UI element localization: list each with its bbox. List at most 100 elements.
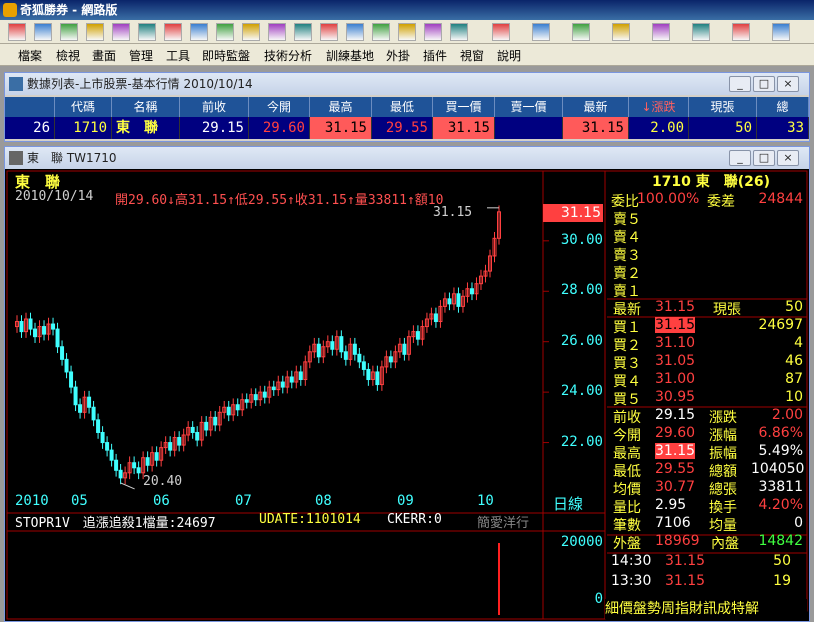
grid-icon[interactable] — [372, 23, 390, 41]
buy-label-1: 買２ — [613, 338, 641, 354]
candle-body-8 — [51, 323, 56, 330]
quote-cell-12[interactable]: 33 — [757, 117, 809, 139]
diff-value: 24844 — [758, 191, 803, 207]
rect-icon[interactable] — [772, 23, 790, 41]
candle-body-16 — [87, 396, 92, 408]
col-header-7[interactable]: 賣一價 — [495, 97, 563, 117]
stat-label2-6: 均量 — [709, 518, 737, 534]
menu-1[interactable]: 檢視 — [56, 47, 80, 64]
col-header-1[interactable]: 名稱 — [112, 97, 180, 117]
search-icon[interactable] — [294, 23, 312, 41]
col-header-0[interactable]: 代碼 — [55, 97, 112, 117]
parallel-icon[interactable] — [652, 23, 670, 41]
minimize-button[interactable]: _ — [729, 76, 751, 92]
col-header-10[interactable]: 現張 — [689, 97, 757, 117]
quote-cell-1[interactable]: 1710 — [55, 117, 112, 139]
menu-8[interactable]: 外掛 — [386, 47, 410, 64]
menu-3[interactable]: 管理 — [129, 47, 153, 64]
menu-11[interactable]: 說明 — [497, 47, 521, 64]
info-ohlc: 開29.60↓高31.15↑低29.55↑收31.15↑量33811↑額10 — [115, 193, 444, 208]
report-icon[interactable] — [216, 23, 234, 41]
quote-cell-8[interactable] — [495, 117, 563, 139]
quote-list-title: 數據列表-上市股票-基本行情 2010/10/14 — [27, 77, 253, 91]
menu-5[interactable]: 即時監盤 — [202, 47, 250, 64]
window-icon[interactable] — [398, 23, 416, 41]
maximize-button[interactable]: □ — [753, 76, 775, 92]
candle-body-19 — [100, 431, 105, 444]
candle-body-67 — [316, 343, 321, 358]
calendar-icon[interactable] — [242, 23, 260, 41]
maximize-button[interactable]: □ — [753, 150, 775, 166]
col-header-11[interactable]: 總 — [757, 97, 809, 117]
menu-0[interactable]: 檔案 — [18, 47, 42, 64]
hline-icon[interactable] — [572, 23, 590, 41]
quote-cell-6[interactable]: 29.55 — [372, 117, 433, 139]
candle-body-13 — [73, 386, 78, 406]
quote-cell-4[interactable]: 29.60 — [249, 117, 310, 139]
menu-6[interactable]: 技術分析 — [264, 47, 312, 64]
col-header-5[interactable]: 最低 — [372, 97, 433, 117]
candle-body-61 — [289, 376, 294, 383]
candle-body-1 — [19, 321, 24, 333]
stat-value1-4: 30.77 — [655, 479, 696, 495]
col-header-9[interactable]: ↓漲跌 — [629, 97, 689, 117]
news-icon[interactable] — [190, 23, 208, 41]
quote-cell-11[interactable]: 50 — [689, 117, 757, 139]
forward-icon[interactable] — [86, 23, 104, 41]
open-icon[interactable] — [8, 23, 26, 41]
quote-icon[interactable] — [138, 23, 156, 41]
menu-7[interactable]: 訓練基地 — [326, 47, 374, 64]
col-header-4[interactable]: 最高 — [310, 97, 372, 117]
quote-cell-3[interactable]: 29.15 — [180, 117, 249, 139]
tools-icon[interactable] — [320, 23, 338, 41]
udate: UDATE:1101014 — [259, 512, 361, 527]
quote-cell-5[interactable]: 31.15 — [310, 117, 372, 139]
line-icon[interactable] — [532, 23, 550, 41]
minimize-button[interactable]: _ — [729, 150, 751, 166]
menu-2[interactable]: 畫面 — [92, 47, 116, 64]
quote-cell-7[interactable]: 31.15 — [433, 117, 495, 139]
cursor-icon[interactable] — [492, 23, 510, 41]
cross-icon[interactable] — [692, 23, 710, 41]
col-header-2[interactable]: 前收 — [180, 97, 249, 117]
back-icon[interactable] — [112, 23, 130, 41]
quote-cell-9[interactable]: 31.15 — [563, 117, 629, 139]
stat-label2-3: 總額 — [709, 464, 737, 480]
chart-title: 東 聯 TW1710 — [27, 151, 117, 165]
quote-cell-0[interactable]: 26 — [5, 117, 55, 139]
period-label[interactable]: 日線 — [553, 493, 583, 514]
close-button[interactable]: × — [777, 76, 799, 92]
col-header-3[interactable]: 今開 — [249, 97, 310, 117]
menu-10[interactable]: 視窗 — [460, 47, 484, 64]
stat-value2-3: 104050 — [751, 461, 805, 477]
candle-body-51 — [244, 399, 249, 403]
candle-icon[interactable] — [346, 23, 364, 41]
image-icon[interactable] — [450, 23, 468, 41]
menu-4[interactable]: 工具 — [166, 47, 190, 64]
candle-body-18 — [96, 419, 101, 433]
chart-titlebar: 東 聯 TW1710 _ □ × — [5, 147, 809, 169]
table-icon[interactable] — [268, 23, 286, 41]
menu-9[interactable]: 插件 — [423, 47, 447, 64]
min-price-annotation: 20.40 — [143, 474, 183, 489]
stat-value1-2: 31.15 — [655, 443, 696, 459]
close-button[interactable]: × — [777, 150, 799, 166]
quote-cell-2[interactable]: 東 聯 — [112, 117, 180, 139]
col-header-6[interactable]: 買一價 — [433, 97, 495, 117]
alert-icon[interactable] — [164, 23, 182, 41]
info-date: 2010/10/14 — [15, 189, 94, 204]
quote-cell-10[interactable]: 2.00 — [629, 117, 689, 139]
month-label-0: 2010 — [15, 493, 49, 509]
bottom-tabs[interactable]: 細價盤勢周指財訊成特解 — [605, 599, 807, 619]
col-header-8[interactable]: 最新 — [563, 97, 629, 117]
circle-icon[interactable] — [732, 23, 750, 41]
fan-icon[interactable] — [612, 23, 630, 41]
layout-icon[interactable] — [424, 23, 442, 41]
candle-body-78 — [366, 368, 371, 381]
chart-icon[interactable] — [34, 23, 52, 41]
status-line: STOPR1V 追漲追殺1檔量:24697 — [15, 516, 216, 531]
candle-body-17 — [91, 406, 96, 421]
refresh-icon[interactable] — [60, 23, 78, 41]
last-value: 31.15 — [655, 299, 696, 315]
stat-value1-1: 29.60 — [655, 425, 696, 441]
